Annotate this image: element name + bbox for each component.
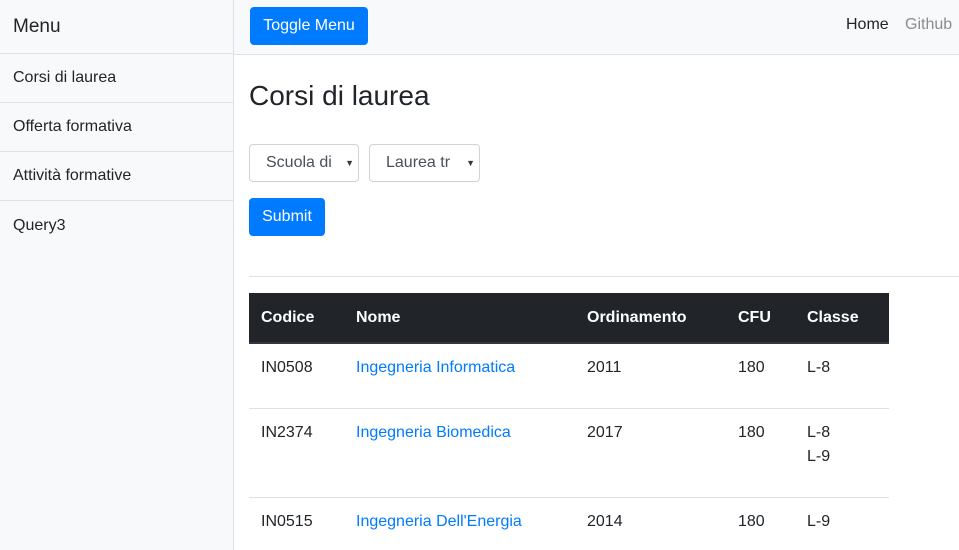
degree-type-select[interactable]: Laurea tr ▼ <box>369 144 480 182</box>
chevron-down-icon: ▼ <box>343 158 354 168</box>
degree-type-select-value: Laurea tr <box>386 154 451 171</box>
class-code: L-8 <box>807 359 831 376</box>
cell-classe: L-9 <box>795 496 889 550</box>
table-header-row: Codice Nome Ordinamento CFU Classe <box>249 293 889 344</box>
class-code: L-9 <box>807 512 831 530</box>
submit-button[interactable]: Submit <box>249 198 325 236</box>
class-code: L-8 <box>807 423 831 441</box>
top-navbar: Toggle Menu Home Github <box>234 0 959 55</box>
school-select[interactable]: Scuola di ▼ <box>249 144 359 182</box>
toggle-menu-button[interactable]: Toggle Menu <box>250 7 368 45</box>
cell-code: IN0515 <box>249 496 344 550</box>
cell-cfu: 180 <box>726 407 795 497</box>
cell-ordinamento: 2014 <box>575 496 726 550</box>
table-row: IN2374 Ingegneria Biomedica 2017 180 L-8… <box>249 407 889 497</box>
cell-name: Ingegneria Biomedica <box>344 407 575 497</box>
courses-table: Codice Nome Ordinamento CFU Classe IN050… <box>249 293 889 550</box>
chevron-down-icon: ▼ <box>464 158 475 168</box>
nav-link-github[interactable]: Github <box>905 16 952 34</box>
course-link[interactable]: Ingegneria Dell'Energia <box>356 513 522 530</box>
cell-ordinamento: 2011 <box>575 342 726 408</box>
sidebar-item-corsi-di-laurea[interactable]: Corsi di laurea <box>0 54 233 103</box>
class-code: L-9 <box>807 447 831 465</box>
nav-link-home[interactable]: Home <box>846 16 889 34</box>
course-link[interactable]: Ingegneria Informatica <box>356 359 515 376</box>
cell-classe: L-8 <box>795 342 889 408</box>
course-link[interactable]: Ingegneria Biomedica <box>356 424 511 441</box>
sidebar: Menu Corsi di laurea Offerta formativa A… <box>0 0 234 550</box>
cell-name: Ingegneria Dell'Energia <box>344 496 575 550</box>
sidebar-item-query3[interactable]: Query3 <box>0 201 233 250</box>
column-header-classe: Classe <box>795 293 889 344</box>
divider <box>249 276 959 277</box>
school-select-value: Scuola di <box>266 154 332 171</box>
cell-code: IN0508 <box>249 342 344 408</box>
page-title: Corsi di laurea <box>249 80 430 111</box>
cell-cfu: 180 <box>726 342 795 408</box>
cell-classe: L-8 L-9 <box>795 407 889 497</box>
sidebar-item-attivita-formative[interactable]: Attività formative <box>0 152 233 201</box>
cell-cfu: 180 <box>726 496 795 550</box>
cell-name: Ingegneria Informatica <box>344 342 575 408</box>
column-header-codice: Codice <box>249 293 344 344</box>
column-header-ordinamento: Ordinamento <box>575 293 726 344</box>
cell-ordinamento: 2017 <box>575 407 726 497</box>
column-header-cfu: CFU <box>726 293 795 344</box>
sidebar-item-offerta-formativa[interactable]: Offerta formativa <box>0 103 233 152</box>
column-header-nome: Nome <box>344 293 575 344</box>
cell-code: IN2374 <box>249 407 344 497</box>
sidebar-heading: Menu <box>0 0 233 54</box>
table-row: IN0508 Ingegneria Informatica 2011 180 L… <box>249 342 889 408</box>
table-row: IN0515 Ingegneria Dell'Energia 2014 180 … <box>249 496 889 550</box>
